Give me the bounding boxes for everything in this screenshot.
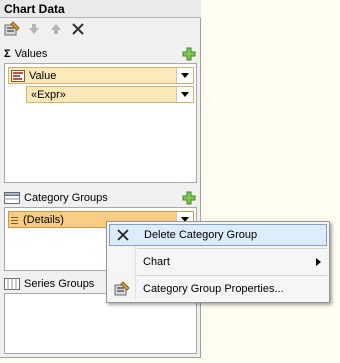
context-menu: Delete Category Group Chart Category Gro… [106, 221, 330, 303]
category-group-properties-item[interactable]: Category Group Properties... [109, 278, 327, 300]
move-up-icon[interactable] [47, 20, 65, 38]
values-label: Values [14, 48, 48, 60]
menu-item-label: Delete Category Group [144, 229, 258, 241]
category-groups-header: Category Groups [4, 190, 196, 206]
menu-item-label: Category Group Properties... [143, 283, 284, 295]
panel-toolbar [3, 20, 87, 38]
chart-data-panel: Chart Data Σ Values Value «Expr» Categor… [0, 0, 201, 358]
chart-submenu-item[interactable]: Chart [109, 251, 327, 273]
submenu-arrow-icon [316, 258, 327, 266]
group-icon [9, 216, 19, 224]
panel-title: Chart Data [0, 0, 201, 18]
menu-item-label: Chart [143, 256, 170, 268]
delete-icon [110, 229, 136, 241]
delete-category-group-item[interactable]: Delete Category Group [109, 224, 327, 246]
values-header: Σ Values [4, 46, 196, 62]
delete-icon[interactable] [69, 20, 87, 38]
properties-icon [109, 281, 135, 297]
category-groups-label: Category Groups [24, 192, 108, 204]
expr-field[interactable]: «Expr» [26, 86, 194, 103]
values-list: Value «Expr» [4, 63, 197, 183]
move-down-icon[interactable] [25, 20, 43, 38]
properties-icon[interactable] [3, 20, 21, 38]
series-groups-icon [4, 278, 20, 290]
category-groups-icon [4, 192, 20, 204]
value-field-label: Value [29, 69, 57, 82]
sigma-icon: Σ [4, 48, 11, 60]
value-field[interactable]: Value [8, 67, 194, 84]
field-icon [9, 69, 25, 82]
add-value-icon[interactable] [182, 47, 196, 61]
add-category-group-icon[interactable] [182, 191, 196, 205]
chevron-down-icon[interactable] [176, 68, 193, 83]
expr-field-label: «Expr» [31, 88, 66, 101]
menu-separator [137, 248, 327, 249]
menu-separator [137, 275, 327, 276]
chevron-down-icon[interactable] [176, 87, 193, 102]
